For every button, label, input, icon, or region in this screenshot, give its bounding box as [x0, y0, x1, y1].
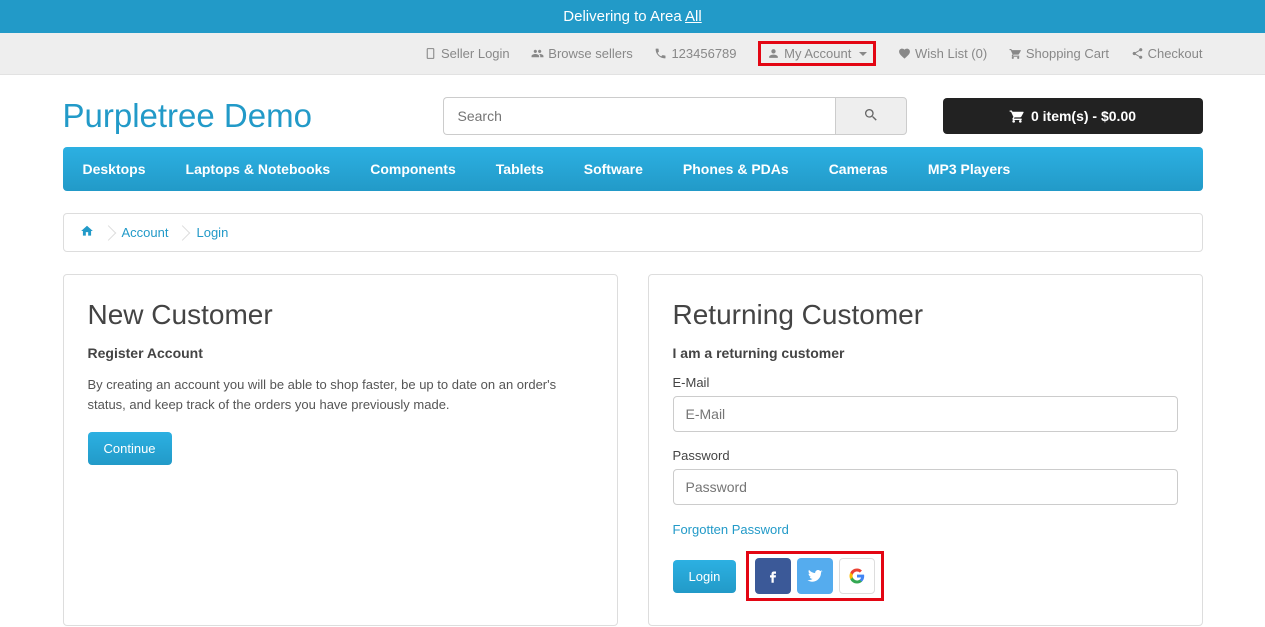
wish-list-link[interactable]: Wish List (0) — [898, 46, 987, 61]
nav-tablets[interactable]: Tablets — [476, 147, 564, 191]
phone-icon — [654, 47, 667, 60]
new-customer-title: New Customer — [88, 299, 593, 331]
cart-icon — [1009, 108, 1025, 124]
share-icon — [1131, 47, 1144, 60]
search-wrap — [443, 97, 907, 135]
breadcrumb-account[interactable]: Account — [122, 225, 189, 240]
cart-button[interactable]: 0 item(s) - $0.00 — [943, 98, 1203, 134]
breadcrumb-login[interactable]: Login — [196, 225, 248, 240]
checkout-label: Checkout — [1148, 46, 1203, 61]
email-label: E-Mail — [673, 375, 1178, 390]
site-logo[interactable]: Purpletree Demo — [63, 97, 443, 135]
continue-button[interactable]: Continue — [88, 432, 172, 465]
shopping-cart-label: Shopping Cart — [1026, 46, 1109, 61]
new-customer-subtitle: Register Account — [88, 345, 593, 361]
phone-label: 123456789 — [671, 46, 736, 61]
password-label: Password — [673, 448, 1178, 463]
search-button[interactable] — [835, 97, 907, 135]
nav-cameras[interactable]: Cameras — [809, 147, 908, 191]
top-links: Seller Login Browse sellers 123456789 My… — [63, 41, 1203, 66]
heart-icon — [898, 47, 911, 60]
shopping-cart-link[interactable]: Shopping Cart — [1009, 46, 1109, 61]
new-customer-text: By creating an account you will be able … — [88, 375, 593, 414]
nav-desktops[interactable]: Desktops — [63, 147, 166, 191]
returning-title: Returning Customer — [673, 299, 1178, 331]
cart-icon — [1009, 47, 1022, 60]
returning-subtitle: I am a returning customer — [673, 345, 1178, 361]
twitter-icon — [806, 567, 824, 585]
my-account-label: My Account — [784, 46, 851, 61]
users-icon — [531, 47, 544, 60]
nav-software[interactable]: Software — [564, 147, 663, 191]
browse-sellers-link[interactable]: Browse sellers — [531, 46, 633, 61]
facebook-login-button[interactable] — [755, 558, 791, 594]
twitter-login-button[interactable] — [797, 558, 833, 594]
nav-components[interactable]: Components — [350, 147, 476, 191]
email-field[interactable] — [673, 396, 1178, 432]
caret-down-icon — [859, 52, 867, 56]
breadcrumb: Account Login — [63, 213, 1203, 252]
user-icon — [767, 47, 780, 60]
phone-link[interactable]: 123456789 — [654, 46, 736, 61]
google-login-button[interactable] — [839, 558, 875, 594]
main-nav: Desktops Laptops & Notebooks Components … — [63, 147, 1203, 191]
seller-login-link[interactable]: Seller Login — [424, 46, 510, 61]
search-icon — [863, 107, 879, 123]
nav-mp3[interactable]: MP3 Players — [908, 147, 1031, 191]
forgotten-password-link[interactable]: Forgotten Password — [673, 522, 789, 537]
device-icon — [424, 47, 437, 60]
nav-phones[interactable]: Phones & PDAs — [663, 147, 809, 191]
social-login-box — [746, 551, 884, 601]
password-field[interactable] — [673, 469, 1178, 505]
my-account-dropdown[interactable]: My Account — [758, 41, 876, 66]
cart-summary: 0 item(s) - $0.00 — [1031, 108, 1136, 124]
home-icon — [80, 224, 94, 238]
wish-list-label: Wish List (0) — [915, 46, 987, 61]
delivery-prefix: Delivering to Area — [563, 8, 685, 25]
seller-login-label: Seller Login — [441, 46, 510, 61]
delivery-area-link[interactable]: All — [685, 8, 702, 25]
login-button[interactable]: Login — [673, 560, 737, 593]
google-icon — [848, 567, 866, 585]
header-row: Purpletree Demo 0 item(s) - $0.00 — [63, 75, 1203, 147]
search-input[interactable] — [443, 97, 835, 135]
browse-sellers-label: Browse sellers — [548, 46, 633, 61]
facebook-icon — [764, 567, 782, 585]
breadcrumb-home[interactable] — [80, 224, 114, 241]
nav-laptops[interactable]: Laptops & Notebooks — [166, 147, 351, 191]
returning-customer-panel: Returning Customer I am a returning cust… — [648, 274, 1203, 626]
top-bar: Seller Login Browse sellers 123456789 My… — [0, 33, 1265, 75]
delivery-bar: Delivering to Area All — [0, 0, 1265, 33]
checkout-link[interactable]: Checkout — [1131, 46, 1203, 61]
new-customer-panel: New Customer Register Account By creatin… — [63, 274, 618, 626]
